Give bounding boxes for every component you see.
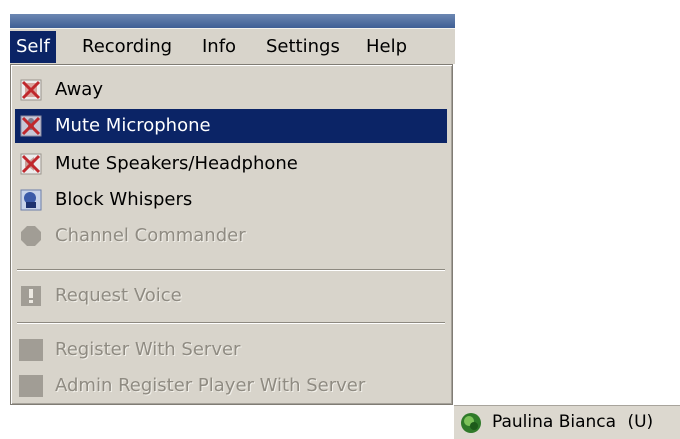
menu-item-label: Channel Commander	[55, 225, 246, 246]
menu-settings[interactable]: Settings	[260, 31, 346, 63]
register-icon	[19, 339, 43, 361]
menu-separator	[17, 269, 445, 271]
player-name: Paulina Bianca (U)	[492, 406, 653, 439]
menu-item-admin-register-player: Admin Register Player With Server	[15, 369, 447, 403]
menu-item-block-whispers[interactable]: Block Whispers	[15, 183, 447, 217]
menu-item-away[interactable]: Away	[15, 73, 447, 107]
menu-item-label: Mute Microphone	[55, 115, 211, 136]
self-dropdown-menu: Away Mute Microphone Mute Speakers/Headp…	[10, 64, 453, 405]
channel-commander-icon	[21, 226, 41, 246]
menu-item-request-voice: Request Voice	[15, 279, 447, 313]
menu-item-register-with-server: Register With Server	[15, 333, 447, 367]
menu-bar: Self Recording Info Settings Help	[10, 28, 455, 64]
menu-help[interactable]: Help	[360, 31, 413, 63]
menu-item-label: Register With Server	[55, 339, 241, 360]
menu-item-mute-speakers[interactable]: Mute Speakers/Headphone	[15, 147, 447, 181]
mute-speakers-icon	[20, 153, 42, 175]
menu-item-label: Away	[55, 79, 103, 100]
menu-self[interactable]: Self	[10, 31, 56, 63]
menu-item-mute-microphone[interactable]: Mute Microphone	[15, 109, 447, 143]
window-title-strip	[10, 14, 455, 28]
player-status-icon	[461, 413, 481, 433]
away-icon	[20, 79, 42, 101]
menu-recording[interactable]: Recording	[76, 31, 178, 63]
player-name-text: Paulina Bianca	[492, 412, 617, 432]
menu-item-label: Block Whispers	[55, 189, 193, 210]
menu-item-label: Admin Register Player With Server	[55, 375, 366, 396]
menu-item-channel-commander: Channel Commander	[15, 219, 447, 253]
mute-microphone-icon	[20, 115, 42, 137]
player-list-item[interactable]: Paulina Bianca (U)	[454, 405, 680, 439]
player-flag: (U)	[627, 412, 654, 432]
request-voice-icon	[21, 286, 41, 306]
block-whispers-icon	[20, 189, 42, 211]
menu-item-label: Request Voice	[55, 285, 182, 306]
menu-item-label: Mute Speakers/Headphone	[55, 153, 298, 174]
admin-register-icon	[19, 375, 43, 397]
menu-info[interactable]: Info	[196, 31, 242, 63]
menu-separator	[17, 322, 445, 324]
